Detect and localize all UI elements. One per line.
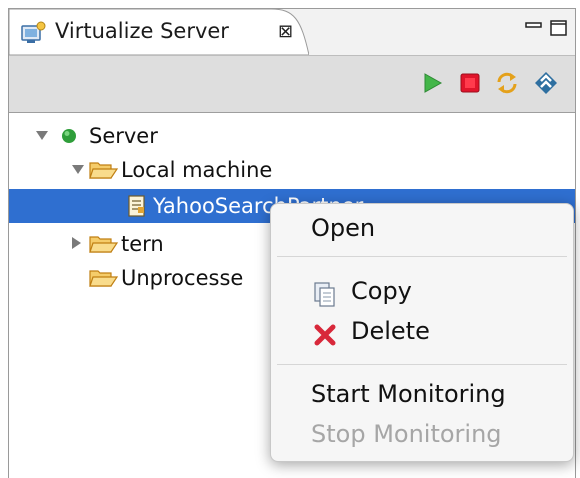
menu-item-start-monitoring[interactable]: Start Monitoring [271,376,573,414]
context-menu: Open Copy Delete Start Monitoring Stop M… [270,203,574,462]
tree-item-label: Unprocesse [121,266,244,290]
collapse-icon[interactable] [533,70,559,96]
menu-item-label: Delete [351,317,430,345]
menu-item-open[interactable]: Open [271,210,573,248]
minimize-icon[interactable] [523,19,545,37]
folder-open-icon [89,162,119,179]
expanded-twisty-icon[interactable] [35,128,49,142]
tree-item-label: Server [89,124,158,148]
menu-separator [277,364,567,365]
virtualize-server-icon [21,21,46,43]
tree-item-server[interactable]: Server [9,119,575,153]
tree-item-label: tern [121,232,164,256]
collapsed-twisty-icon[interactable] [69,236,83,250]
view-tab-title: Virtualize Server [55,19,229,43]
menu-item-label: Start Monitoring [311,380,506,408]
start-icon[interactable] [419,70,445,96]
menu-item-copy[interactable]: Copy [271,273,573,311]
folder-open-icon [89,270,119,287]
menu-item-label: Copy [351,277,412,305]
delete-icon [314,324,336,346]
view-tab-strip: Virtualize Server ⊠ [9,9,575,55]
copy-icon [314,282,335,307]
menu-item-label: Stop Monitoring [311,420,502,448]
document-icon [128,195,145,217]
menu-separator [277,256,567,257]
menu-item-delete[interactable]: Delete [271,313,573,351]
maximize-icon[interactable] [549,19,569,37]
tree-item-local-machine[interactable]: Local machine [9,153,575,187]
expanded-twisty-icon[interactable] [71,162,85,176]
tree-item-label: Local machine [121,158,273,182]
status-green-icon [62,129,76,143]
view-toolbar [9,55,575,113]
menu-item-stop-monitoring: Stop Monitoring [271,416,573,454]
close-icon[interactable]: ⊠ [278,21,293,42]
folder-open-icon [89,236,119,253]
menu-item-label: Open [311,214,376,242]
stop-icon[interactable] [457,70,483,96]
refresh-icon[interactable] [494,70,520,96]
